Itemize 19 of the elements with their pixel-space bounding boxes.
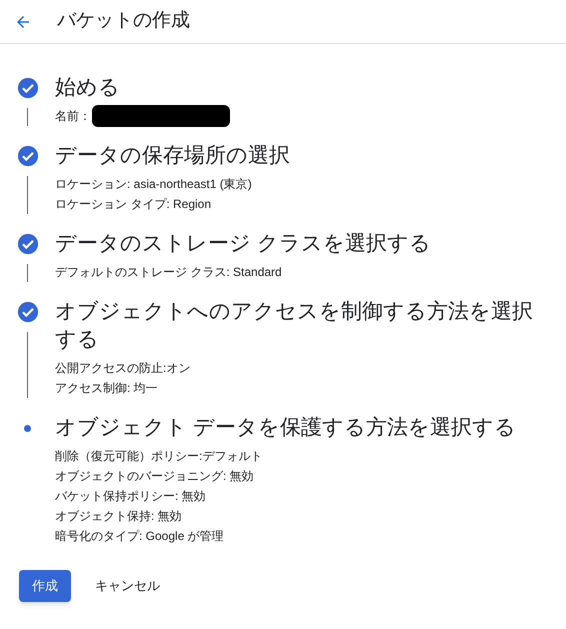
detail-text: 暗号化のタイプ: Google が管理 xyxy=(55,528,224,545)
detail-text: 公開アクセスの防止:オン xyxy=(55,360,190,377)
detail-text: アクセス制御: 均一 xyxy=(55,380,158,397)
detail-text: 名前： xyxy=(55,108,91,125)
step-title: オブジェクトへのアクセスを制御する方法を選択する xyxy=(55,299,534,353)
detail-text: オブジェクトのバージョニング: 無効 xyxy=(55,468,254,485)
detail-text: ロケーション タイプ: Region xyxy=(55,196,212,213)
page-title: バケットの作成 xyxy=(57,9,190,34)
detail-text: ロケーション: asia-northeast1 (東京) xyxy=(55,176,252,193)
create-button[interactable]: 作成 xyxy=(19,570,71,602)
detail-text: オブジェクト保持: 無効 xyxy=(55,508,182,525)
step-title: データの保存場所の選択 xyxy=(55,143,291,169)
cancel-button[interactable]: キャンセル xyxy=(91,570,164,602)
detail-text: デフォルトのストレージ クラス: Standard xyxy=(55,264,282,281)
step-title: 始める xyxy=(55,75,121,101)
detail-text: 削除（復元可能）ポリシー:デフォルト xyxy=(55,448,262,465)
step-title: オブジェクト データを保護する方法を選択する xyxy=(55,415,517,441)
detail-text: バケット保持ポリシー: 無効 xyxy=(55,488,206,505)
step-title: データのストレージ クラスを選択する xyxy=(55,231,432,257)
